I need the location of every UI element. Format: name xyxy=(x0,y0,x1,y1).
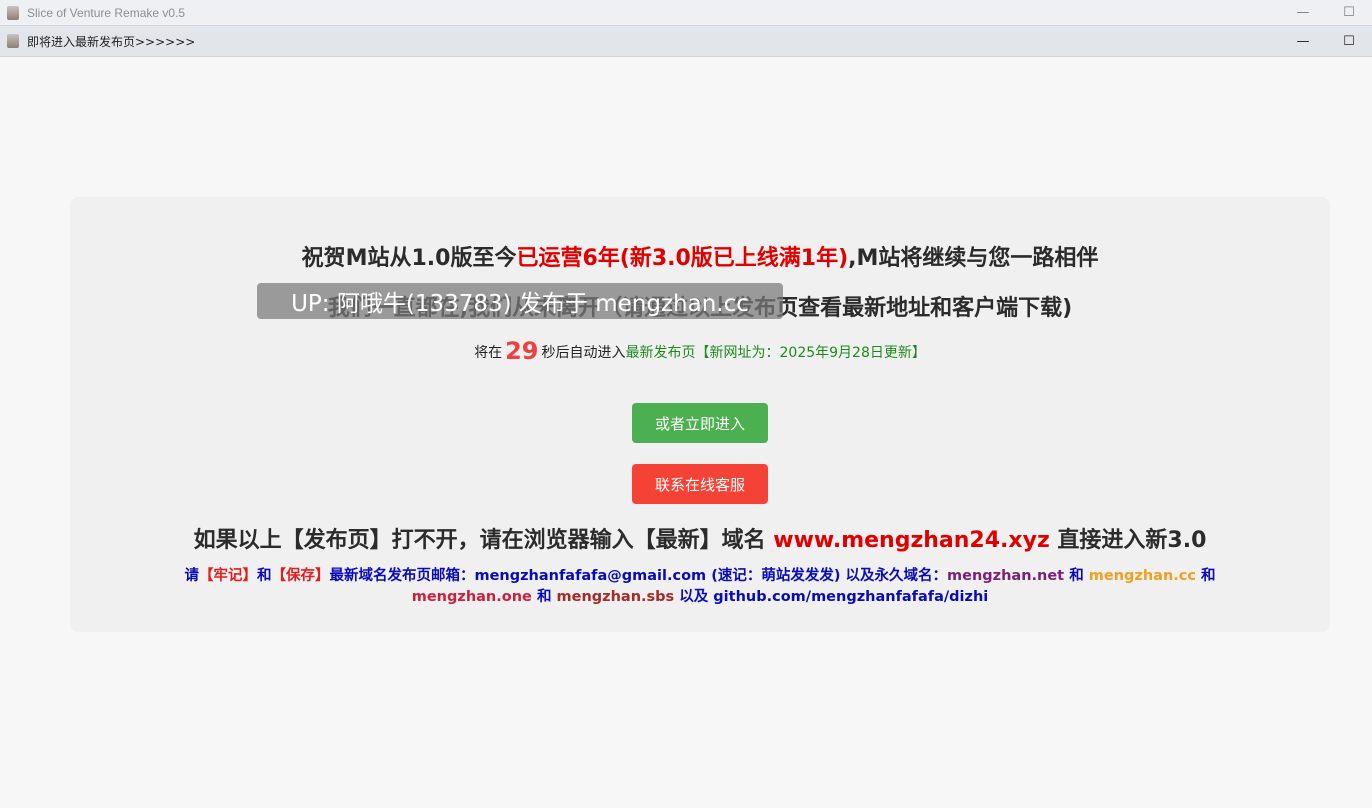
contact-text: 请 xyxy=(184,568,199,584)
countdown-suffix: 秒后自动进入 xyxy=(541,345,626,361)
minimize-button[interactable]: — xyxy=(1280,0,1326,25)
contact-line-1: 请【牢记】和【保存】最新域名发布页邮箱：mengzhanfafafa@gmail… xyxy=(70,564,1330,585)
enter-now-button[interactable]: 或者立即进入 xyxy=(632,403,768,443)
headline-highlight: 已运营6年(新3.0版已上线满1年) xyxy=(516,246,849,271)
domain-link-sbs[interactable]: mengzhan.sbs xyxy=(557,589,675,605)
domain-link-one[interactable]: mengzhan.one xyxy=(412,589,532,605)
countdown-line: 将在 29 秒后自动进入最新发布页【新网址为：2025年9月28日更新】 xyxy=(70,337,1330,365)
fallback-domain-line: 如果以上【发布页】打不开，请在浏览器输入【最新】域名 www.mengzhan2… xyxy=(70,522,1330,554)
maximize-button[interactable]: ☐ xyxy=(1326,0,1372,25)
minimize-button[interactable]: — xyxy=(1280,26,1326,56)
fallback-text: 如果以上【发布页】打不开，请在浏览器输入【最新】域名 xyxy=(193,528,766,553)
contact-line-2: mengzhan.one 和 mengzhan.sbs 以及 github.co… xyxy=(70,585,1330,606)
contact-highlight: 【保存】 xyxy=(271,568,330,584)
inner-window-controls: — ☐ xyxy=(1280,26,1372,56)
contact-text: 和 xyxy=(536,589,552,605)
contact-text: 和 xyxy=(1201,568,1216,584)
release-page-link[interactable]: 最新发布页【新网址为：2025年9月28日更新】 xyxy=(626,345,926,361)
countdown-prefix: 将在 xyxy=(474,345,503,361)
contact-text: 和 xyxy=(1069,568,1084,584)
countdown-seconds: 29 xyxy=(505,337,539,365)
uploader-watermark: UP: 阿哦牛(133783) 发布于 mengzhan.cc xyxy=(257,283,783,319)
fallback-text: 直接进入新3.0 xyxy=(1057,528,1207,553)
headline-text: ,M站将继续与您一路相伴 xyxy=(848,246,1099,271)
domain-link-cc[interactable]: mengzhan.cc xyxy=(1089,568,1196,584)
domain-link-net[interactable]: mengzhan.net xyxy=(947,568,1064,584)
maximize-button[interactable]: ☐ xyxy=(1326,26,1372,56)
outer-window-title: Slice of Venture Remake v0.5 xyxy=(27,5,186,20)
contact-email-text: 最新域名发布页邮箱：mengzhanfafafa@gmail.com (速记：萌… xyxy=(329,568,947,584)
github-link[interactable]: 以及 github.com/mengzhanfafafa/dizhi xyxy=(679,589,988,605)
contact-text: 和 xyxy=(256,568,272,584)
inner-window-title: 即将进入最新发布页>>>>>> xyxy=(27,34,196,49)
contact-highlight: 【牢记】 xyxy=(198,568,257,584)
online-support-button[interactable]: 联系在线客服 xyxy=(632,464,768,504)
notice-card: 祝贺M站从1.0版至今已运营6年(新3.0版已上线满1年),M站将继续与您一路相… xyxy=(70,197,1330,632)
app-icon xyxy=(7,34,19,48)
outer-window-titlebar: Slice of Venture Remake v0.5 — ☐ xyxy=(0,0,1372,26)
headline-text: 祝贺M站从1.0版至今 xyxy=(301,246,517,271)
outer-window-controls: — ☐ xyxy=(1280,0,1372,25)
inner-window-titlebar: 即将进入最新发布页>>>>>> — ☐ xyxy=(0,26,1372,57)
fallback-domain-link[interactable]: www.mengzhan24.xyz xyxy=(773,528,1049,553)
headline-anniversary: 祝贺M站从1.0版至今已运营6年(新3.0版已上线满1年),M站将继续与您一路相… xyxy=(70,240,1330,272)
app-icon xyxy=(7,5,19,20)
